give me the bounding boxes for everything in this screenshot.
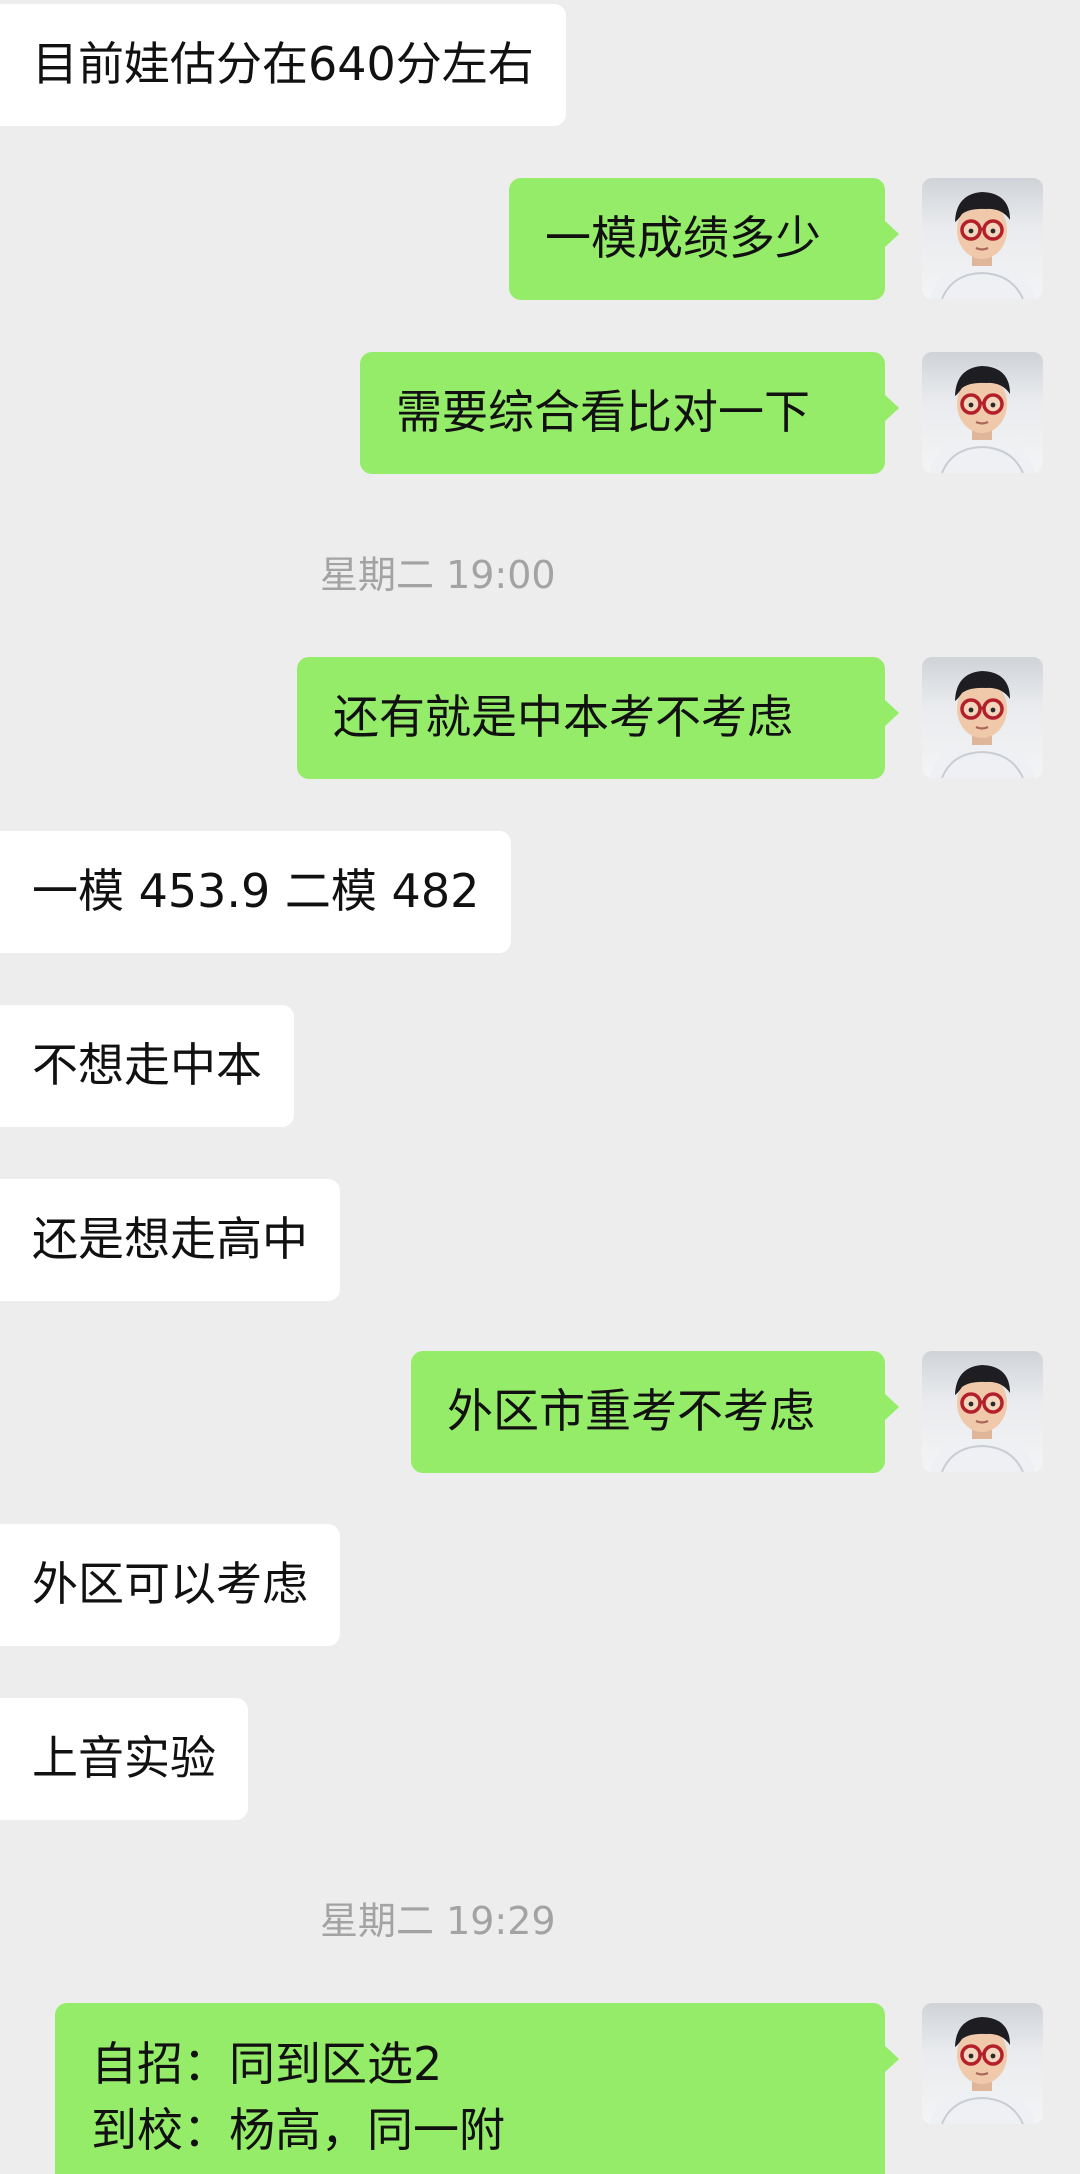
message-bubble-incoming[interactable]: 一模 453.9 二模 482	[0, 831, 512, 953]
avatar[interactable]	[922, 2003, 1043, 2124]
message-text-line: 自招：同到区选2	[91, 2037, 443, 2091]
message-text: 不想走中本	[32, 1038, 262, 1092]
message-bubble-outgoing[interactable]: 自招：同到区选2 到校：杨高，同一附	[55, 2003, 899, 2174]
message-bubble-incoming[interactable]: 不想走中本	[0, 1005, 294, 1127]
avatar[interactable]	[922, 657, 1043, 778]
message-bubble-incoming[interactable]: 还是想走高中	[0, 1179, 340, 1301]
message-text: 上音实验	[32, 1731, 216, 1785]
message-text: 外区市重考不考虑	[447, 1384, 815, 1438]
message-text: 需要综合看比对一下	[396, 385, 810, 439]
message-bubble-outgoing[interactable]: 一模成绩多少	[509, 178, 899, 300]
message-text: 目前娃估分在640分左右	[32, 37, 534, 91]
message-bubble-incoming[interactable]: 目前娃估分在640分左右	[0, 4, 566, 126]
avatar[interactable]	[922, 178, 1043, 299]
avatar[interactable]	[922, 1351, 1043, 1472]
message-text: 一模 453.9 二模 482	[32, 864, 480, 918]
message-bubble-outgoing[interactable]: 外区市重考不考虑	[411, 1351, 899, 1473]
message-bubble-incoming[interactable]: 外区可以考虑	[0, 1524, 340, 1646]
user-avatar-icon	[930, 671, 1035, 778]
chat-message-list[interactable]: 目前娃估分在640分左右 一模成绩多少 需要综合看比对一下 星期二 19:00 …	[0, 0, 1080, 2174]
user-avatar-icon	[930, 1365, 1035, 1472]
message-text: 还是想走高中	[32, 1212, 308, 1266]
message-bubble-incoming[interactable]: 上音实验	[0, 1698, 248, 1820]
message-text: 一模成绩多少	[545, 211, 821, 265]
message-text: 还有就是中本考不考虑	[333, 690, 793, 744]
avatar[interactable]	[922, 352, 1043, 473]
message-text-line: 到校：杨高，同一附	[91, 2103, 505, 2157]
message-bubble-outgoing[interactable]: 需要综合看比对一下	[360, 352, 899, 474]
message-bubble-outgoing[interactable]: 还有就是中本考不考虑	[297, 657, 899, 779]
user-avatar-icon	[930, 366, 1035, 473]
message-text: 外区可以考虑	[32, 1557, 308, 1611]
timestamp: 星期二 19:00	[320, 553, 556, 597]
user-avatar-icon	[930, 192, 1035, 299]
user-avatar-icon	[930, 2017, 1035, 2124]
timestamp: 星期二 19:29	[320, 1899, 556, 1943]
